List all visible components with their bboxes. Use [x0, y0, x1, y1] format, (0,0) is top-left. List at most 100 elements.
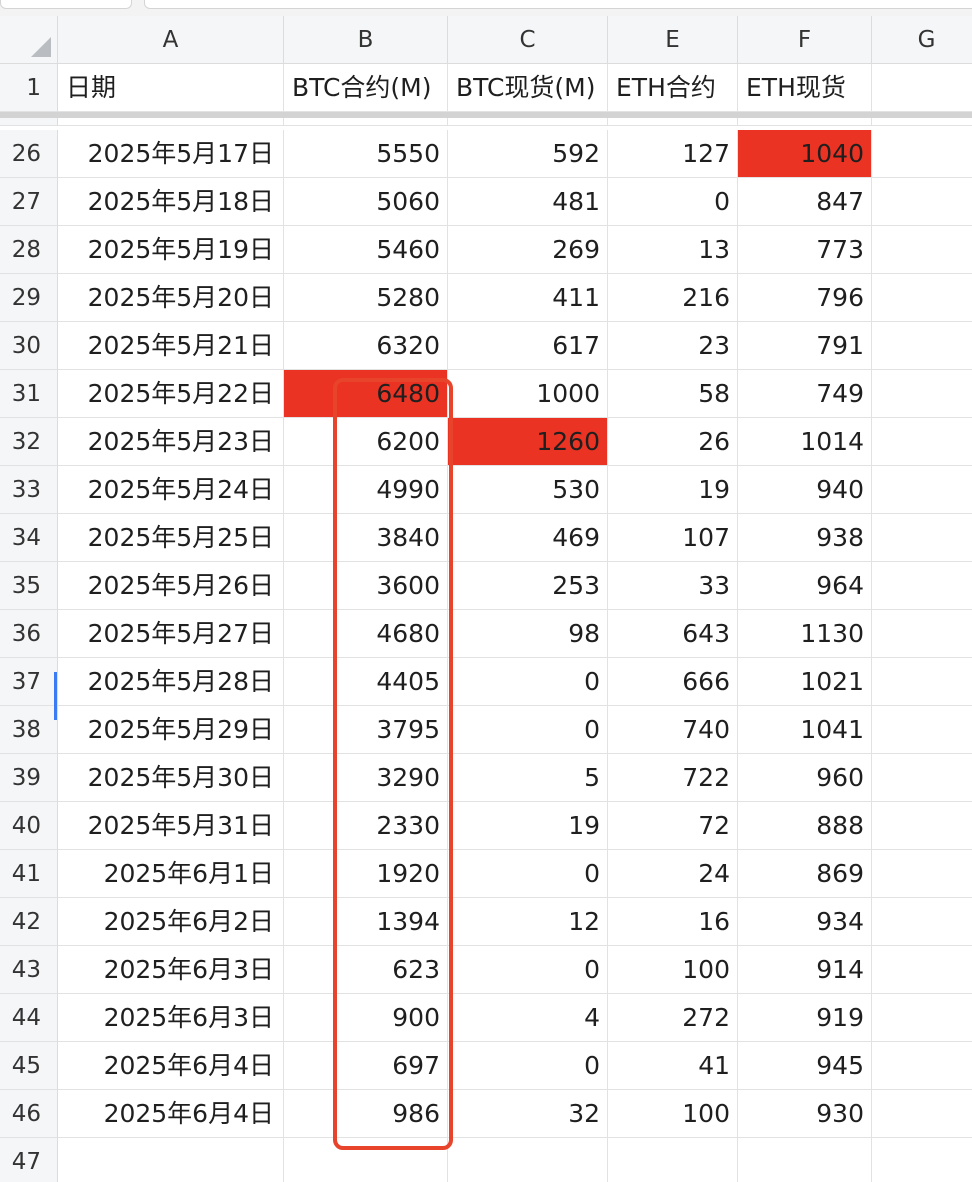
cell-eth-futures[interactable]: 41 — [608, 1042, 738, 1090]
cell-eth-futures[interactable]: 72 — [608, 802, 738, 850]
row-number[interactable]: 35 — [0, 562, 58, 610]
cell-date[interactable]: 2025年6月1日 — [58, 850, 284, 898]
cell-date[interactable] — [58, 1138, 284, 1182]
cell-btc-spot[interactable]: 411 — [448, 274, 608, 322]
cell-eth-futures[interactable]: 13 — [608, 226, 738, 274]
cell-empty[interactable] — [872, 1090, 972, 1138]
cell-eth-futures[interactable]: 107 — [608, 514, 738, 562]
cell-btc-futures[interactable]: 5280 — [284, 274, 448, 322]
cell-empty[interactable] — [872, 802, 972, 850]
cell-date[interactable]: 2025年6月4日 — [58, 1042, 284, 1090]
column-header-g[interactable]: G — [872, 16, 972, 64]
cell-btc-futures[interactable]: 4680 — [284, 610, 448, 658]
cell-empty[interactable] — [872, 418, 972, 466]
column-header-a[interactable]: A — [58, 16, 284, 64]
cell-eth-futures[interactable]: 100 — [608, 946, 738, 994]
cell-btc-spot[interactable]: 12 — [448, 898, 608, 946]
row-number[interactable]: 1 — [0, 64, 58, 112]
cell-eth-spot[interactable]: 1040 — [738, 130, 872, 178]
row-number[interactable]: 32 — [0, 418, 58, 466]
cell-empty[interactable] — [872, 322, 972, 370]
cell-empty[interactable] — [872, 226, 972, 274]
header-cell[interactable]: BTC合约(M) — [284, 64, 448, 112]
cell-eth-spot[interactable]: 847 — [738, 178, 872, 226]
cell-date[interactable]: 2025年5月29日 — [58, 706, 284, 754]
cell-eth-spot[interactable]: 791 — [738, 322, 872, 370]
cell-eth-spot[interactable]: 1130 — [738, 610, 872, 658]
cell-btc-futures[interactable]: 3795 — [284, 706, 448, 754]
cell-eth-futures[interactable]: 24 — [608, 850, 738, 898]
cell-empty[interactable] — [872, 610, 972, 658]
row-number[interactable]: 46 — [0, 1090, 58, 1138]
cell-empty[interactable] — [872, 898, 972, 946]
cell-btc-futures[interactable]: 5460 — [284, 226, 448, 274]
cell-date[interactable]: 2025年5月19日 — [58, 226, 284, 274]
cell-date[interactable]: 2025年5月21日 — [58, 322, 284, 370]
cell-btc-spot[interactable]: 592 — [448, 130, 608, 178]
row-number[interactable]: 38 — [0, 706, 58, 754]
cell-date[interactable]: 2025年5月27日 — [58, 610, 284, 658]
cell-eth-spot[interactable]: 796 — [738, 274, 872, 322]
cell-date[interactable]: 2025年5月31日 — [58, 802, 284, 850]
cell-btc-futures[interactable]: 697 — [284, 1042, 448, 1090]
cell-btc-futures[interactable]: 623 — [284, 946, 448, 994]
row-number[interactable]: 33 — [0, 466, 58, 514]
cell-eth-spot[interactable]: 945 — [738, 1042, 872, 1090]
cell-btc-spot[interactable]: 253 — [448, 562, 608, 610]
cell-empty[interactable] — [872, 850, 972, 898]
cell-empty[interactable] — [872, 706, 972, 754]
cell-empty[interactable] — [872, 274, 972, 322]
cell-empty[interactable] — [872, 946, 972, 994]
column-header-c[interactable]: C — [448, 16, 608, 64]
freeze-pane-divider[interactable] — [0, 111, 972, 118]
cell-empty[interactable] — [872, 130, 972, 178]
cell-eth-spot[interactable] — [738, 1138, 872, 1182]
cell-btc-spot[interactable]: 0 — [448, 946, 608, 994]
cell-btc-futures[interactable]: 1394 — [284, 898, 448, 946]
cell-btc-futures[interactable]: 5550 — [284, 130, 448, 178]
cell-eth-spot[interactable]: 940 — [738, 466, 872, 514]
row-number[interactable]: 43 — [0, 946, 58, 994]
cell-date[interactable]: 2025年6月3日 — [58, 946, 284, 994]
cell-eth-futures[interactable]: 16 — [608, 898, 738, 946]
cell-btc-futures[interactable]: 6320 — [284, 322, 448, 370]
cell-eth-futures[interactable]: 19 — [608, 466, 738, 514]
cell-date[interactable]: 2025年6月3日 — [58, 994, 284, 1042]
cell-eth-futures[interactable]: 216 — [608, 274, 738, 322]
cell-empty[interactable] — [872, 466, 972, 514]
cell-eth-spot[interactable]: 930 — [738, 1090, 872, 1138]
cell-btc-spot[interactable]: 0 — [448, 658, 608, 706]
cell-btc-futures[interactable]: 1920 — [284, 850, 448, 898]
cell-eth-futures[interactable]: 23 — [608, 322, 738, 370]
cell-eth-futures[interactable]: 33 — [608, 562, 738, 610]
cell-eth-spot[interactable]: 888 — [738, 802, 872, 850]
cell-date[interactable]: 2025年5月25日 — [58, 514, 284, 562]
cell-btc-spot[interactable]: 530 — [448, 466, 608, 514]
cell-eth-futures[interactable]: 58 — [608, 370, 738, 418]
cell-eth-spot[interactable]: 773 — [738, 226, 872, 274]
cell-empty[interactable] — [872, 1138, 972, 1182]
cell-date[interactable]: 2025年5月17日 — [58, 130, 284, 178]
cell-btc-spot[interactable]: 98 — [448, 610, 608, 658]
cell-empty[interactable] — [872, 1042, 972, 1090]
cell-eth-spot[interactable]: 960 — [738, 754, 872, 802]
cell-eth-futures[interactable]: 666 — [608, 658, 738, 706]
cell-btc-futures[interactable]: 3290 — [284, 754, 448, 802]
cell-empty[interactable] — [872, 514, 972, 562]
cell-btc-futures[interactable]: 6200 — [284, 418, 448, 466]
column-header-b[interactable]: B — [284, 16, 448, 64]
cell-empty[interactable] — [872, 370, 972, 418]
cell-eth-spot[interactable]: 749 — [738, 370, 872, 418]
cell-btc-spot[interactable]: 0 — [448, 850, 608, 898]
cell-btc-spot[interactable]: 32 — [448, 1090, 608, 1138]
row-number[interactable]: 31 — [0, 370, 58, 418]
cell-eth-spot[interactable]: 919 — [738, 994, 872, 1042]
cell-eth-futures[interactable]: 100 — [608, 1090, 738, 1138]
cell-empty[interactable] — [872, 178, 972, 226]
cell-eth-futures[interactable]: 722 — [608, 754, 738, 802]
cell-btc-spot[interactable]: 0 — [448, 706, 608, 754]
cell-date[interactable]: 2025年6月2日 — [58, 898, 284, 946]
cell-btc-futures[interactable]: 4990 — [284, 466, 448, 514]
column-header-e[interactable]: E — [608, 16, 738, 64]
cell-date[interactable]: 2025年6月4日 — [58, 1090, 284, 1138]
